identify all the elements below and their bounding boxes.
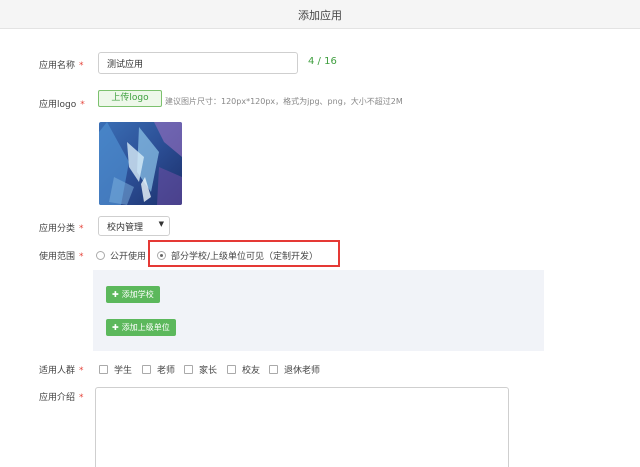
app-name-input[interactable]: [98, 52, 298, 74]
audience-checkbox-student[interactable]: 学生: [99, 363, 132, 376]
required-mark: *: [79, 252, 84, 262]
audience-checkbox-parent[interactable]: 家长: [184, 363, 217, 376]
checkbox-icon: [142, 365, 151, 374]
category-selected-value: 校内管理: [107, 223, 144, 233]
checkbox-icon: [269, 365, 278, 374]
audience-checkbox-retired[interactable]: 退休老师: [269, 363, 320, 376]
audience-checkbox-teacher[interactable]: 老师: [142, 363, 175, 376]
plus-icon: ✚: [112, 290, 119, 299]
add-unit-button[interactable]: ✚ 添加上级单位: [106, 319, 176, 336]
required-mark: *: [79, 224, 84, 234]
app-logo-preview: [99, 122, 182, 205]
scope-label: 使用范围 *: [39, 252, 84, 262]
upload-hint: 建议图片尺寸：120px*120px，格式为jpg、png，大小不超过2M: [165, 97, 403, 106]
app-name-counter: 4 / 16: [308, 56, 337, 67]
scope-radio-public[interactable]: 公开使用: [96, 249, 146, 262]
plus-icon: ✚: [112, 323, 119, 332]
chevron-down-icon: ▼: [158, 220, 164, 228]
page-title: 添加应用: [298, 9, 342, 22]
intro-textarea[interactable]: [95, 387, 509, 467]
radio-icon: [96, 251, 105, 260]
app-name-label: 应用名称 *: [39, 61, 84, 71]
required-mark: *: [79, 366, 84, 376]
app-logo-label: 应用logo *: [39, 100, 85, 110]
required-mark: *: [79, 393, 84, 403]
category-label: 应用分类 *: [39, 224, 84, 234]
intro-label: 应用介绍 *: [39, 393, 84, 403]
checkbox-icon: [99, 365, 108, 374]
add-school-button[interactable]: ✚ 添加学校: [106, 286, 160, 303]
checkbox-icon: [184, 365, 193, 374]
category-select[interactable]: 校内管理 ▼: [98, 216, 170, 236]
page-header: 添加应用: [0, 0, 640, 29]
audience-checkbox-alumni[interactable]: 校友: [227, 363, 260, 376]
checkbox-icon: [227, 365, 236, 374]
upload-logo-button[interactable]: 上传logo: [98, 90, 162, 107]
required-mark: *: [79, 61, 84, 71]
audience-label: 适用人群 *: [39, 366, 84, 376]
scope-panel: [93, 270, 544, 351]
highlight-box: [148, 240, 340, 267]
required-mark: *: [80, 100, 85, 110]
